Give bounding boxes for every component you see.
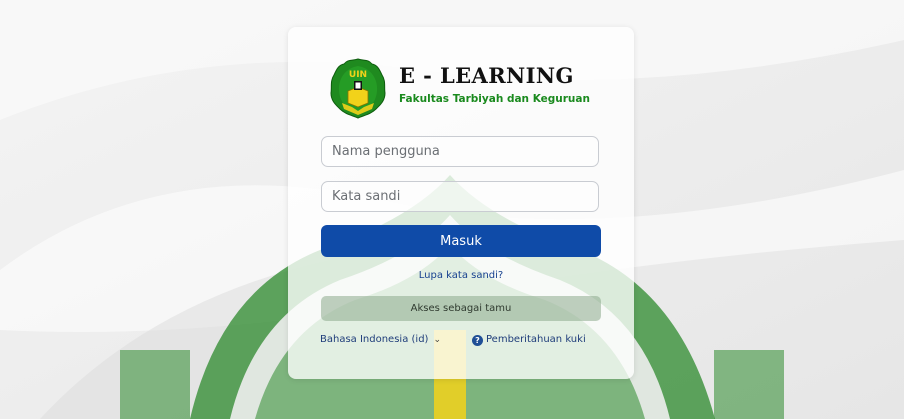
site-subtitle: Fakultas Tarbiyah dan Keguruan [399, 93, 590, 105]
cookie-notice-label: Pemberitahuan kuki [486, 334, 586, 345]
brand-header: UIN E - LEARNING Fakultas Tarbiyah dan K… [330, 57, 620, 121]
language-label: Bahasa Indonesia (id) [320, 334, 429, 345]
question-circle-icon: ? [472, 335, 483, 346]
cookie-notice-link[interactable]: ? Pemberitahuan kuki [472, 334, 586, 346]
chevron-down-icon: ⌄ [433, 335, 441, 345]
username-input[interactable] [321, 136, 599, 167]
site-title: E - LEARNING [399, 63, 574, 88]
language-selector[interactable]: Bahasa Indonesia (id) ⌄ [320, 334, 441, 345]
emblem-text: UIN [349, 70, 367, 80]
guest-access-button[interactable]: Akses sebagai tamu [321, 296, 601, 321]
login-button[interactable]: Masuk [321, 225, 601, 257]
uin-emblem-logo: UIN [330, 58, 386, 119]
forgot-password-link[interactable]: Lupa kata sandi? [288, 270, 634, 281]
password-input[interactable] [321, 181, 599, 212]
login-card: UIN E - LEARNING Fakultas Tarbiyah dan K… [288, 27, 634, 379]
